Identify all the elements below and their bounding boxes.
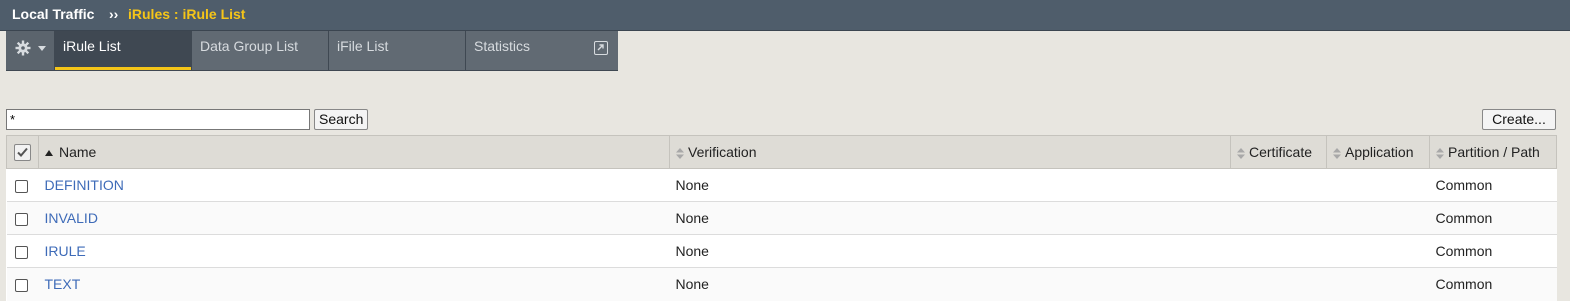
partition-cell: Common — [1429, 201, 1557, 235]
column-header-certificate[interactable]: Certificate — [1230, 135, 1327, 169]
irule-table: Name Verification Certificate Applicatio… — [6, 135, 1557, 301]
sort-arrows-icon — [1237, 147, 1245, 159]
verification-cell: None — [669, 168, 1231, 202]
search-input[interactable] — [6, 109, 310, 130]
column-header-label: Certificate — [1249, 144, 1313, 160]
partition-cell: Common — [1429, 267, 1557, 301]
tab-irule-list[interactable]: iRule List — [55, 31, 191, 70]
column-header-application[interactable]: Application — [1326, 135, 1430, 169]
row-checkbox[interactable] — [14, 212, 28, 226]
irule-name-link[interactable]: DEFINITION — [45, 177, 124, 193]
column-header-label: Name — [59, 144, 97, 160]
column-header-label: Partition / Path — [1448, 144, 1540, 160]
application-cell — [1326, 201, 1430, 235]
row-checkbox[interactable] — [14, 179, 28, 193]
certificate-cell — [1230, 234, 1327, 268]
verification-cell: None — [669, 267, 1231, 301]
search-button[interactable]: Search — [314, 109, 368, 130]
select-all-checkbox[interactable] — [14, 143, 31, 161]
column-header-label: Verification — [688, 144, 757, 160]
row-checkbox[interactable] — [14, 245, 28, 259]
irule-name-link[interactable]: INVALID — [45, 210, 98, 226]
caret-down-icon — [38, 46, 46, 51]
tab-label: iRule List — [63, 38, 121, 54]
application-cell — [1326, 234, 1430, 268]
column-header-verification[interactable]: Verification — [669, 135, 1231, 169]
table-row: DEFINITION None Common — [6, 168, 1557, 202]
breadcrumb-bar: Local Traffic ›› iRules : iRule List — [0, 0, 1570, 31]
certificate-cell — [1230, 168, 1327, 202]
breadcrumb-root[interactable]: Local Traffic — [12, 6, 94, 22]
tab-strip: iRule List Data Group List iFile List St… — [0, 31, 1570, 71]
select-all-header — [6, 135, 39, 169]
settings-menu-button[interactable] — [6, 31, 54, 70]
verification-cell: None — [669, 201, 1231, 235]
tab-label: Data Group List — [200, 38, 299, 54]
tab-data-group-list[interactable]: Data Group List — [192, 31, 328, 70]
gear-icon — [15, 40, 31, 56]
sort-arrows-icon — [1333, 147, 1341, 159]
create-button[interactable]: Create... — [1482, 109, 1556, 130]
irule-name-link[interactable]: TEXT — [45, 276, 81, 292]
tab-statistics[interactable]: Statistics — [466, 31, 618, 70]
sort-ascending-icon — [45, 150, 53, 157]
breadcrumb-current: iRules : iRule List — [128, 6, 246, 22]
tab-label: Statistics — [474, 38, 531, 54]
verification-cell: None — [669, 234, 1231, 268]
application-cell — [1326, 267, 1430, 301]
table-header-row: Name Verification Certificate Applicatio… — [6, 135, 1557, 169]
sort-arrows-icon — [1436, 147, 1444, 159]
tab-label: iFile List — [337, 38, 389, 54]
row-checkbox[interactable] — [14, 279, 28, 293]
partition-cell: Common — [1429, 168, 1557, 202]
table-row: INVALID None Common — [6, 201, 1557, 235]
tab-ifile-list[interactable]: iFile List — [329, 31, 465, 70]
certificate-cell — [1230, 267, 1327, 301]
column-header-name[interactable]: Name — [38, 135, 670, 169]
certificate-cell — [1230, 201, 1327, 235]
column-header-label: Application — [1345, 144, 1414, 160]
table-row: TEXT None Common — [6, 267, 1557, 301]
sort-arrows-icon — [676, 147, 684, 159]
table-row: IRULE None Common — [6, 234, 1557, 268]
breadcrumb-separator: ›› — [109, 6, 119, 22]
application-cell — [1326, 168, 1430, 202]
partition-cell: Common — [1429, 234, 1557, 268]
column-header-partition[interactable]: Partition / Path — [1429, 135, 1557, 169]
external-link-icon[interactable] — [594, 41, 608, 55]
irule-name-link[interactable]: IRULE — [45, 243, 86, 259]
